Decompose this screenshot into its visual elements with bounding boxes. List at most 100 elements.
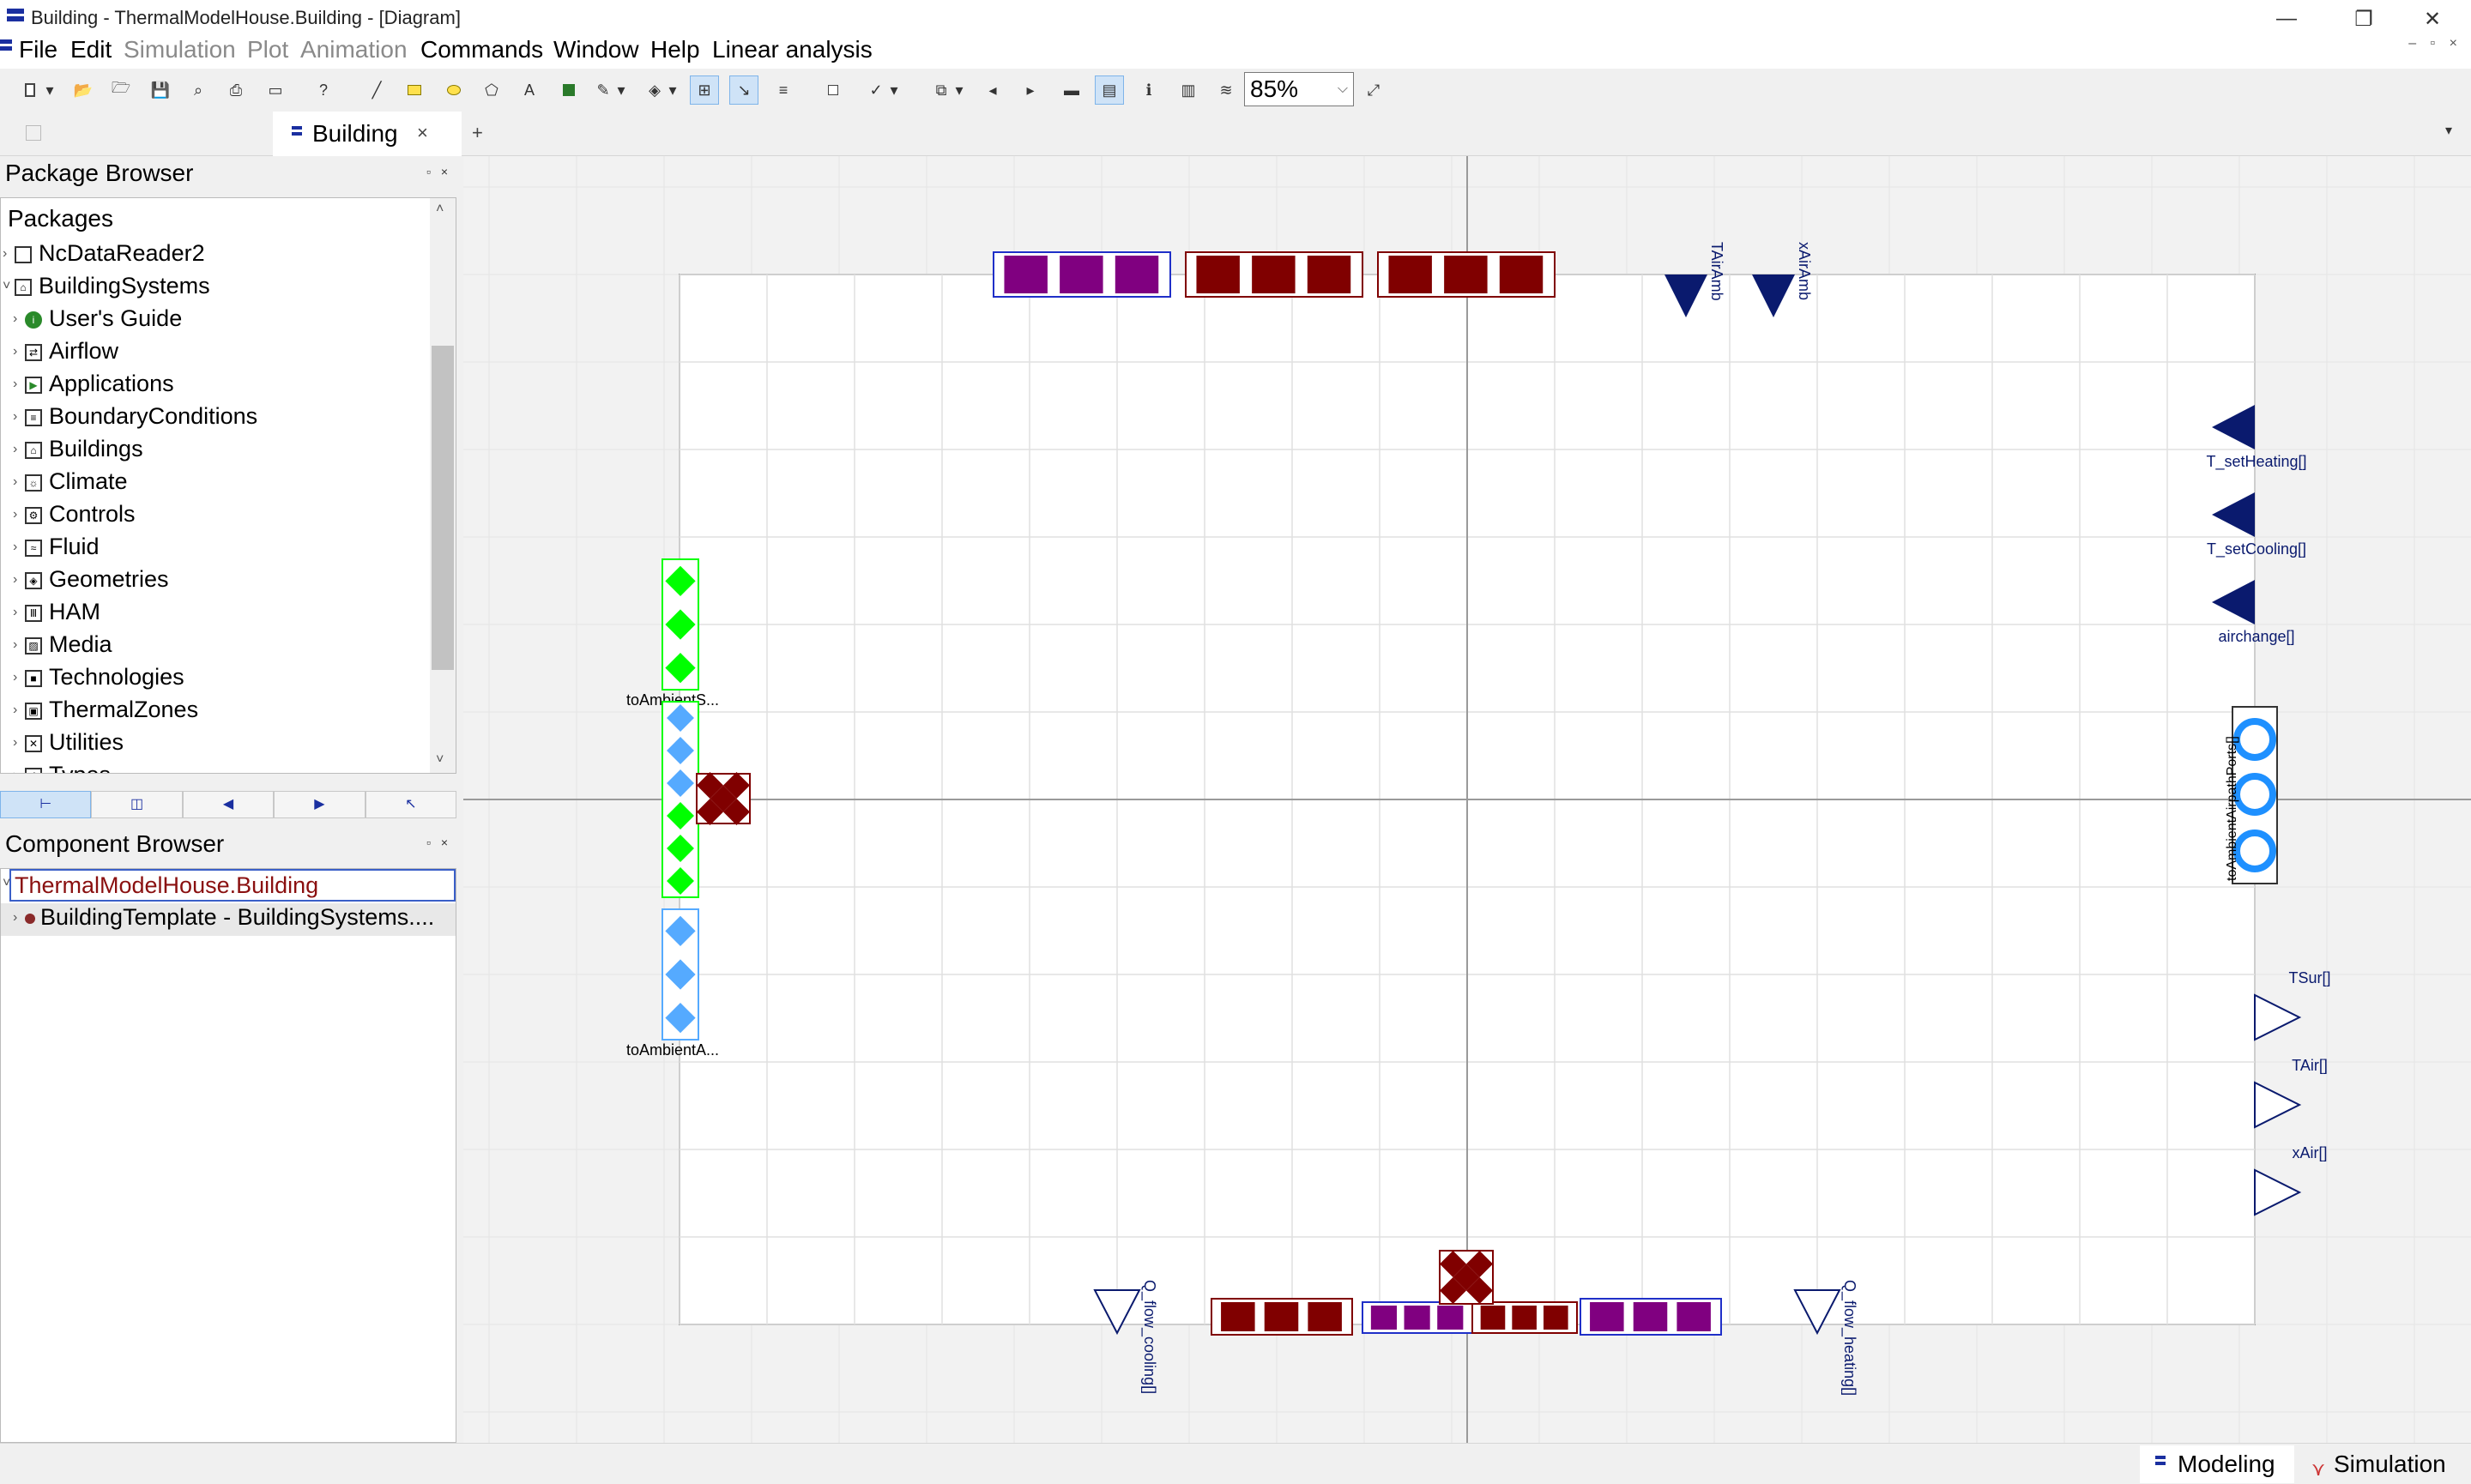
tree-item-fluid[interactable]: › ≈ Fluid [1, 533, 430, 565]
menu-commands[interactable]: Commands [420, 36, 543, 63]
nav-view-button[interactable]: ◫ [91, 791, 183, 818]
translate-icon[interactable]: ▭ [261, 75, 290, 105]
back-icon[interactable]: ◂ [978, 75, 1007, 105]
draw-bitmap-icon[interactable] [554, 75, 583, 105]
expand-icon[interactable]: › [13, 540, 17, 555]
menu-help[interactable]: Help [650, 36, 700, 63]
scroll-thumb[interactable] [432, 346, 454, 670]
draw-polygon-icon[interactable]: ⬠ [477, 75, 506, 105]
menu-edit[interactable]: Edit [70, 36, 112, 63]
expand-icon[interactable]: › [13, 637, 17, 653]
text-layer-icon[interactable]: ▥ [1174, 75, 1203, 105]
diagram-canvas[interactable]: TAirAmb xAirAmb T_setHeating[] T_setCooling… [463, 156, 2471, 1443]
expand-icon[interactable]: › [13, 377, 17, 392]
mode-modeling-tab[interactable]: Modeling [2140, 1445, 2294, 1483]
TSur-output[interactable] [2254, 993, 2302, 1041]
add-tab-icon[interactable]: + [472, 122, 483, 144]
expand-icon[interactable]: › [13, 670, 17, 685]
mdi-controls[interactable]: – ▫ × [2408, 36, 2462, 51]
draw-ellipse-icon[interactable] [439, 75, 468, 105]
check-dropdown-icon[interactable]: ▾ [885, 75, 903, 105]
fit-window-icon[interactable]: ⤢ [1359, 75, 1388, 105]
tree-item-boundaryconditions[interactable]: › ≡ BoundaryConditions [1, 402, 430, 435]
nav-structure-button[interactable]: ⊢ [0, 791, 92, 818]
nav-back-button[interactable]: ◀ [182, 791, 275, 818]
expand-icon[interactable]: ˅ [3, 279, 10, 294]
print-icon[interactable]: ⎙ [221, 75, 251, 105]
line-color-dropdown-icon[interactable]: ▾ [613, 75, 630, 105]
tree-item-utilities[interactable]: › ✕ Utilities [1, 728, 430, 761]
expand-icon[interactable]: › [13, 605, 17, 620]
draw-line-icon[interactable]: ╱ [362, 75, 391, 105]
tree-item-climate[interactable]: › ☼ Climate [1, 468, 430, 500]
expand-icon[interactable]: › [13, 703, 17, 718]
tree-item-ham[interactable]: › Ⅲ HAM [1, 598, 430, 630]
expand-icon[interactable]: › [3, 246, 7, 262]
TAir-output[interactable] [2254, 1081, 2302, 1129]
toggle-box-icon[interactable] [819, 75, 848, 105]
expand-icon[interactable]: › [13, 344, 17, 359]
component-browser-controls[interactable]: ▫ × [426, 836, 451, 849]
whats-this-icon[interactable]: ? [309, 75, 338, 105]
tree-item-buildings[interactable]: › ⌂ Buildings [1, 435, 430, 468]
component-root[interactable]: ThermalModelHouse.Building [9, 869, 456, 902]
open-file-icon[interactable]: 🗁 [106, 75, 136, 105]
tree-item-airflow[interactable]: › ⇄ Airflow [1, 337, 430, 370]
save-icon[interactable]: 💾 [146, 75, 175, 105]
layer-dropdown-icon[interactable]: ▾ [951, 75, 968, 105]
diagram-layer-active-icon[interactable]: ▤ [1095, 75, 1124, 105]
close-window-button[interactable]: ✕ [2394, 0, 2471, 38]
scroll-up-icon[interactable]: ˄ [436, 202, 444, 217]
forward-icon[interactable]: ▸ [1016, 75, 1045, 105]
used-classes-icon[interactable]: ≋ [1211, 75, 1241, 105]
tab-list-icon[interactable] [26, 125, 41, 141]
tree-item-user-s-guide[interactable]: › i User's Guide [1, 305, 430, 337]
expand-icon[interactable]: › [13, 311, 17, 327]
tree-item-types[interactable]: › f Types [1, 761, 430, 773]
tree-item-controls[interactable]: › ⚙ Controls [1, 500, 430, 533]
expand-icon[interactable]: › [13, 735, 17, 751]
menu-plot[interactable]: Plot [247, 36, 288, 63]
expand-icon[interactable]: › [13, 442, 17, 457]
expand-icon[interactable]: › [13, 507, 17, 522]
nav-forward-button[interactable]: ▶ [274, 791, 366, 818]
tab-menu-icon[interactable]: ▾ [2445, 122, 2452, 139]
minimize-button[interactable]: — [2248, 0, 2325, 38]
expand-icon[interactable]: › [13, 474, 17, 490]
expand-icon[interactable]: › [13, 768, 17, 773]
menu-linear-analysis[interactable]: Linear analysis [712, 36, 873, 63]
restore-button[interactable]: ❐ [2325, 0, 2402, 38]
draw-rectangle-icon[interactable] [400, 75, 429, 105]
package-scrollbar[interactable]: ˄ ˅ [430, 198, 456, 773]
tree-item-applications[interactable]: › ▶ Applications [1, 370, 430, 402]
menu-file[interactable]: File [19, 36, 57, 63]
connect-mode-icon[interactable]: ↘ [729, 75, 758, 105]
xAir-output[interactable] [2254, 1168, 2302, 1216]
new-dropdown-icon[interactable]: ▾ [41, 75, 58, 105]
documentation-layer-icon[interactable]: ℹ [1134, 75, 1163, 105]
component-tree[interactable]: ˅ ThermalModelHouse.Building › BuildingT… [0, 868, 456, 1443]
close-tab-icon[interactable]: × [417, 122, 428, 144]
fill-color-dropdown-icon[interactable]: ▾ [664, 75, 681, 105]
tree-item-thermalzones[interactable]: › ▣ ThermalZones [1, 696, 430, 728]
expand-icon[interactable]: › [13, 409, 17, 425]
nav-up-button[interactable]: ↖ [365, 791, 457, 818]
tree-item-technologies[interactable]: › ■ Technologies [1, 663, 430, 696]
menu-simulation[interactable]: Simulation [124, 36, 236, 63]
tree-item-media[interactable]: › ▨ Media [1, 630, 430, 663]
icon-layer-icon[interactable]: ▬ [1057, 75, 1086, 105]
draw-text-icon[interactable]: A [515, 75, 544, 105]
scroll-down-icon[interactable]: ˅ [436, 752, 444, 768]
align-icon[interactable]: ≡ [769, 75, 798, 105]
mode-simulation-tab[interactable]: ⋎ Simulation [2296, 1445, 2468, 1483]
tab-building[interactable]: Building × [273, 112, 462, 156]
tree-item-buildingsystems[interactable]: ˅ ⌂ BuildingSystems [1, 272, 430, 305]
expand-icon[interactable]: › [13, 572, 17, 588]
toggle-grid-icon[interactable]: ⊞ [690, 75, 719, 105]
package-browser-controls[interactable]: ▫ × [426, 165, 451, 178]
tree-item-ncdatareader2[interactable]: › NcDataReader2 [1, 239, 430, 272]
search-icon[interactable]: ⌕ [184, 75, 213, 105]
tree-item-geometries[interactable]: › ◈ Geometries [1, 565, 430, 598]
zoom-select[interactable]: 85% ⌵ [1244, 72, 1354, 106]
open-folder-icon[interactable]: 📂 [69, 75, 98, 105]
